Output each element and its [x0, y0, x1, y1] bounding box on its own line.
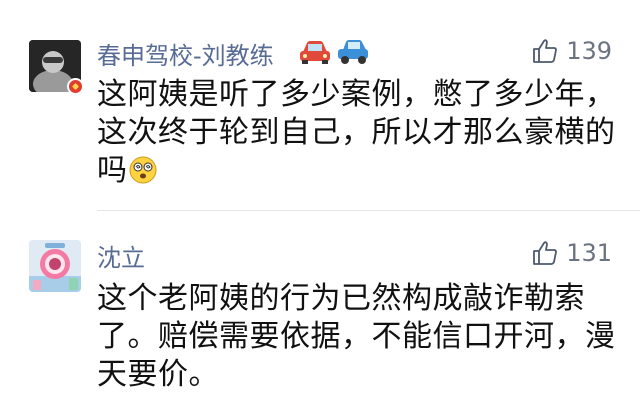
comment-item: 春申驾校-刘教练 139 这阿姨是听了多少案例，憋了多少年， 这次终于轮到自己，… [0, 0, 640, 210]
comment-line: 这阿姨是听了多少案例，憋了多少年， [97, 77, 616, 112]
avatar[interactable] [29, 240, 81, 292]
username[interactable]: 春申驾校-刘教练 [97, 36, 274, 71]
dizzy-face-emoji [129, 156, 156, 184]
comment-line: 这个老阿姨的行为已然构成敲诈勒索 [97, 281, 585, 316]
comment-item: 沈立 131 这个老阿姨的行为已然构成敲诈勒索 了。赔偿需要依据，不能信口开河，… [0, 222, 640, 400]
comment-line: 这次终于轮到自己，所以才那么豪横的 [97, 115, 616, 150]
divider [97, 210, 640, 211]
comment-text: 这阿姨是听了多少案例，憋了多少年， 这次终于轮到自己，所以才那么豪横的 吗 [97, 76, 617, 190]
thumbs-up-icon [533, 39, 558, 63]
comment-line: 了。赔偿需要依据，不能信口开河，漫 [97, 319, 616, 354]
comment-line-text: 吗 [97, 153, 128, 188]
thumbs-up-icon [533, 241, 558, 265]
like-button[interactable]: 131 [532, 238, 612, 268]
like-count: 131 [566, 239, 612, 267]
blue-car-emoji [338, 40, 368, 64]
username[interactable]: 沈立 [97, 238, 145, 273]
region-badge [67, 78, 84, 95]
like-count: 139 [566, 37, 612, 65]
comment-line: 吗 [97, 152, 617, 190]
like-button[interactable]: 139 [532, 36, 612, 66]
comment-line: 天要价。 [97, 357, 219, 392]
red-car-emoji [300, 41, 330, 64]
comment-text: 这个老阿姨的行为已然构成敲诈勒索 了。赔偿需要依据，不能信口开河，漫 天要价。 [97, 280, 617, 394]
